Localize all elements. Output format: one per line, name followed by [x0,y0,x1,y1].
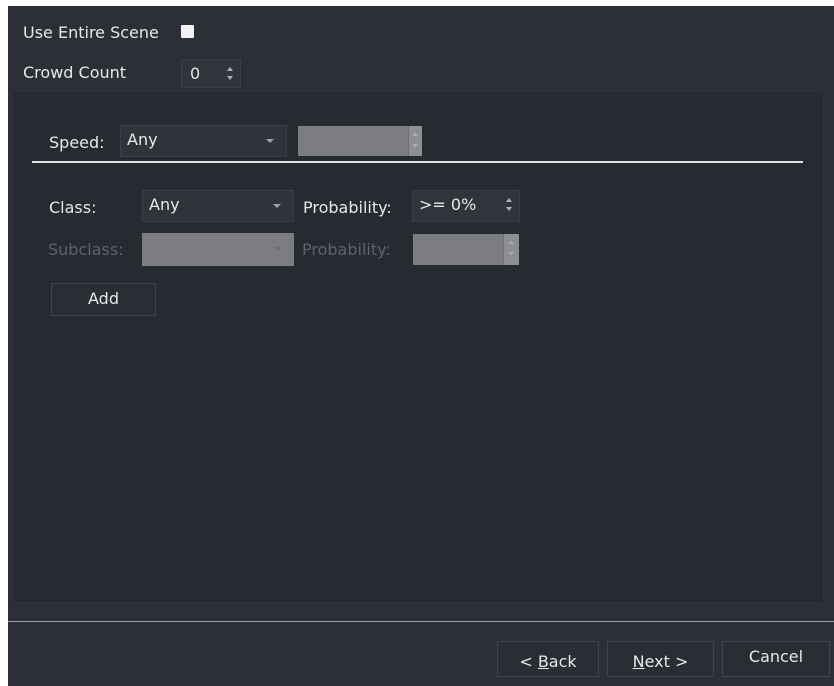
cancel-button-label: Cancel [748,647,804,666]
footer-divider [8,621,834,622]
cancel-button[interactable]: Cancel [722,641,830,677]
filter-panel [14,93,822,601]
chevron-down-icon [273,204,281,208]
subclass-label: Subclass: [48,240,124,259]
subclass-probability-label: Probability: [302,240,391,259]
chevron-down-icon [266,139,274,143]
class-probability-spinbox[interactable]: >= 0% [412,190,520,222]
next-button[interactable]: Next > [607,641,714,677]
subclass-probability-spinbox [413,234,519,265]
crowd-count-spinbox[interactable]: 0 [181,59,241,88]
class-probability-value: >= 0% [419,195,477,214]
spin-arrows-icon [408,126,422,156]
speed-value-spinbox [298,126,422,156]
section-divider [32,161,803,163]
class-dropdown-value: Any [149,195,180,214]
next-button-label: Next > [632,652,689,671]
crowd-count-value: 0 [190,64,201,83]
class-dropdown[interactable]: Any [142,190,294,222]
use-entire-scene-label: Use Entire Scene [23,23,159,42]
chevron-down-icon [274,247,282,251]
add-button-label: Add [88,289,119,308]
use-entire-scene-checkbox[interactable] [181,25,194,38]
subclass-dropdown [142,233,294,266]
speed-dropdown[interactable]: Any [120,125,287,157]
add-button[interactable]: Add [51,283,156,316]
spin-arrows-icon[interactable] [227,64,234,84]
back-button-label: < Back [519,652,577,671]
speed-label: Speed: [49,133,105,152]
speed-dropdown-value: Any [127,130,158,149]
class-label: Class: [49,198,97,217]
class-probability-label: Probability: [303,198,392,217]
back-button[interactable]: < Back [497,641,599,677]
spin-arrows-icon[interactable] [506,195,513,215]
crowd-count-label: Crowd Count [23,63,127,82]
spin-arrows-icon [503,234,519,265]
